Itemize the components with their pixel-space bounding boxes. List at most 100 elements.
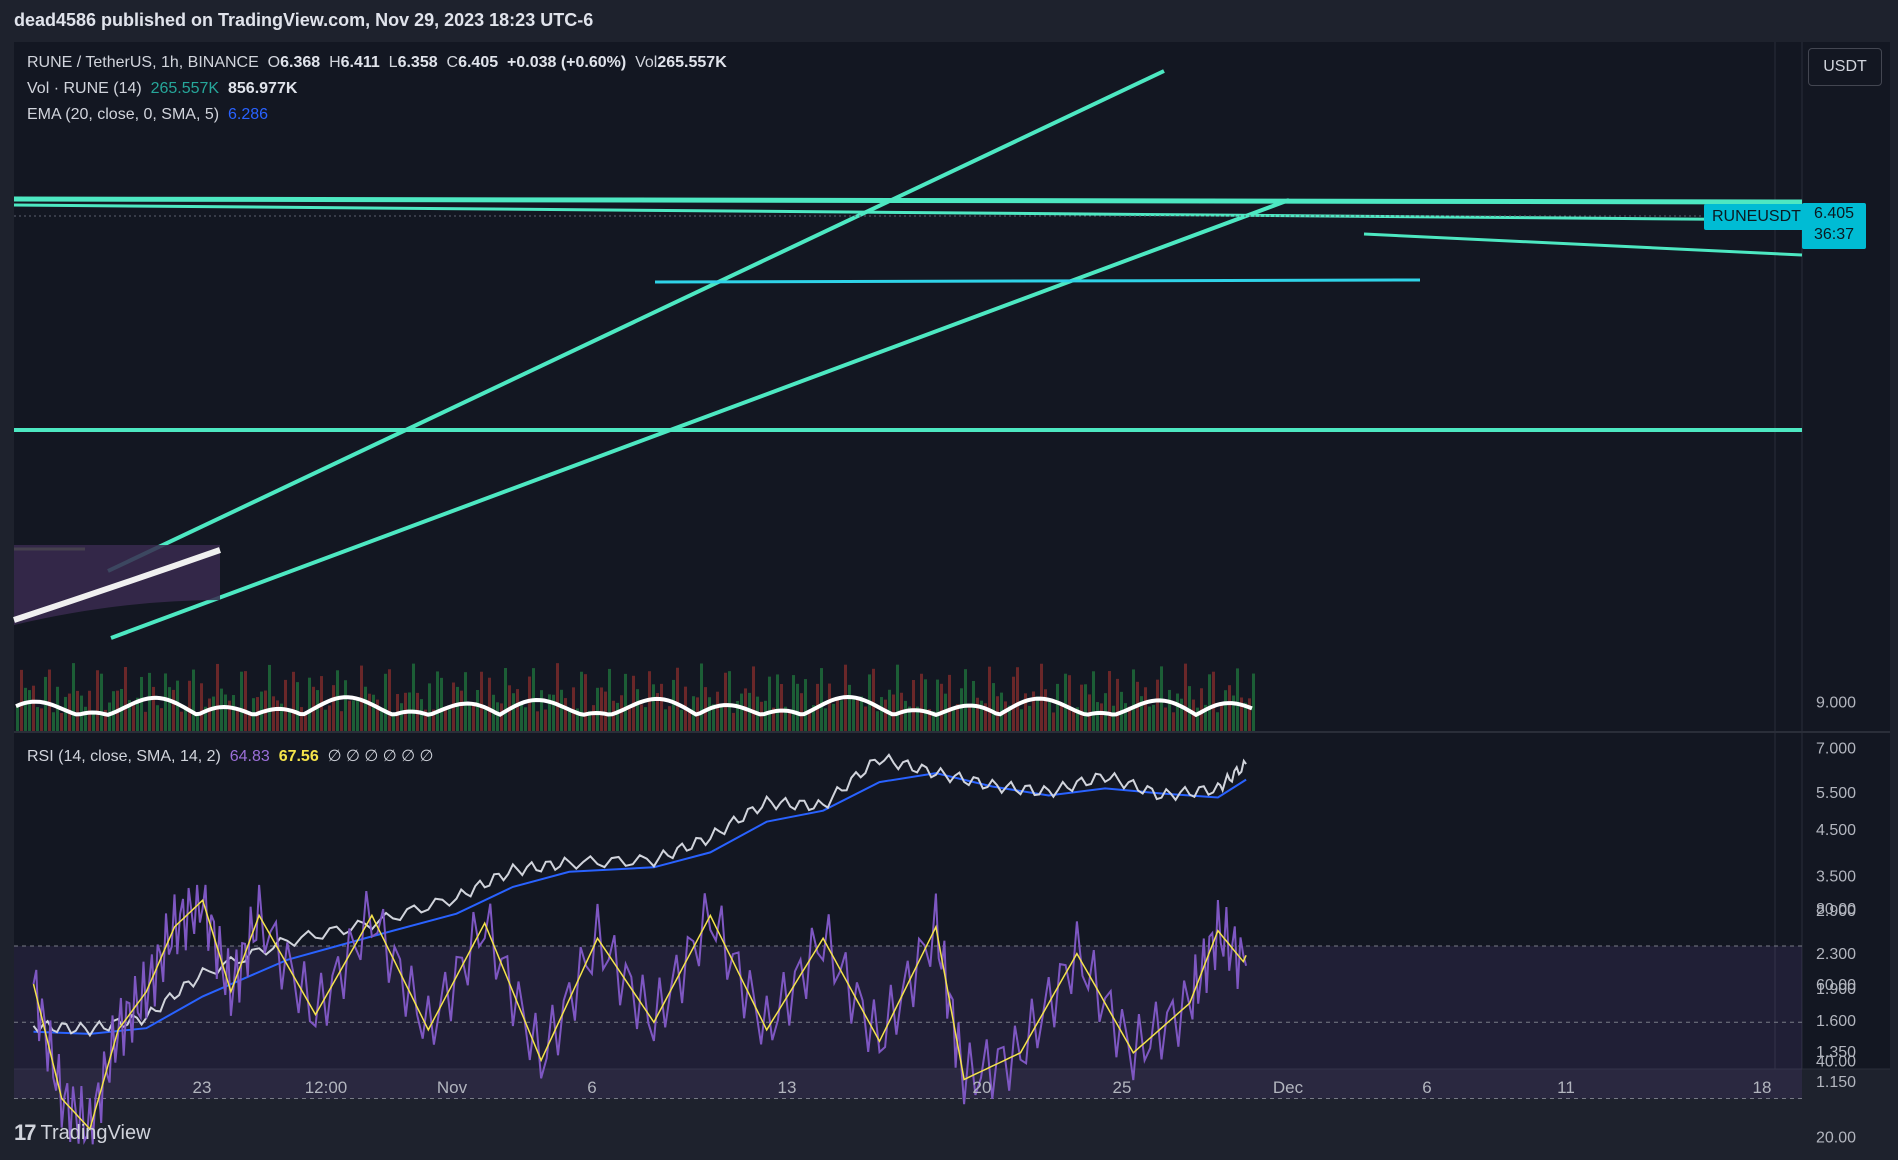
volume-bar bbox=[1044, 689, 1047, 731]
volume-legend[interactable]: Vol · RUNE (14) 265.557K 856.977K bbox=[27, 80, 297, 98]
volume-bar bbox=[460, 690, 463, 731]
volume-bar bbox=[600, 687, 603, 731]
volume-bar bbox=[1176, 693, 1179, 731]
volume-indicator-name[interactable]: Vol · RUNE (14) bbox=[27, 80, 142, 97]
volume-bar bbox=[724, 672, 727, 731]
volume-bar bbox=[652, 684, 655, 731]
currency-button[interactable]: USDT bbox=[1808, 48, 1882, 86]
volume-bar bbox=[1048, 700, 1051, 731]
ema-legend[interactable]: EMA (20, close, 0, SMA, 5) 6.286 bbox=[27, 106, 268, 124]
volume-bar bbox=[496, 702, 499, 731]
volume-bar bbox=[124, 667, 127, 731]
time-tick-label: 20 bbox=[973, 1078, 992, 1097]
low-value: 6.358 bbox=[397, 54, 438, 71]
volume-bar bbox=[476, 689, 479, 731]
volume-bar bbox=[596, 687, 599, 731]
volume-bar bbox=[936, 679, 939, 731]
volume-bar bbox=[376, 699, 379, 731]
volume-bar bbox=[100, 673, 103, 731]
rsi-indicator-name[interactable]: RSI (14, close, SMA, 14, 2) bbox=[27, 748, 221, 765]
volume-bar bbox=[1060, 705, 1063, 731]
volume-bar bbox=[644, 707, 647, 731]
volume-bar bbox=[208, 698, 211, 731]
volume-bar bbox=[156, 705, 159, 731]
high-value: 6.411 bbox=[340, 54, 380, 71]
volume-bar bbox=[804, 679, 807, 731]
volume-bar bbox=[1016, 667, 1019, 731]
chart-canvas[interactable]: 9.0007.0005.5004.5003.5002.9002.3001.900… bbox=[0, 0, 1898, 1160]
volume-bar bbox=[668, 706, 671, 731]
volume-bar bbox=[880, 697, 883, 731]
volume-bar bbox=[788, 710, 791, 731]
volume-indicator-value: 265.557K bbox=[150, 80, 220, 97]
volume-bar bbox=[536, 711, 539, 731]
volume-bar bbox=[132, 701, 135, 731]
rsi-tick-label: 20.00 bbox=[1816, 1130, 1856, 1147]
volume-bar bbox=[1168, 689, 1171, 731]
volume-bar bbox=[300, 707, 303, 731]
volume-bar bbox=[236, 709, 239, 731]
volume-bar bbox=[524, 707, 527, 731]
volume-bar bbox=[36, 707, 39, 731]
volume-bar bbox=[32, 685, 35, 731]
volume-bar bbox=[1224, 690, 1227, 731]
volume-bar bbox=[1144, 687, 1147, 731]
volume-bar bbox=[608, 668, 611, 731]
volume-bar bbox=[840, 700, 843, 731]
rsi-ma-value: 67.56 bbox=[278, 748, 319, 765]
time-tick-label: Nov bbox=[437, 1078, 468, 1097]
volume-bar bbox=[732, 712, 735, 731]
volume-bar bbox=[224, 694, 227, 731]
price-pane[interactable] bbox=[14, 42, 1802, 731]
volume-bar bbox=[20, 669, 23, 731]
volume-bar bbox=[512, 693, 515, 731]
rsi-tick-label: 40.00 bbox=[1816, 1053, 1856, 1070]
volume-bar bbox=[200, 683, 203, 731]
support-line[interactable] bbox=[654, 278, 1421, 284]
volume-bar bbox=[436, 671, 439, 731]
volume-bar bbox=[144, 711, 147, 731]
volume-bar bbox=[160, 708, 163, 731]
ohlc-legend[interactable]: RUNE / TetherUS, 1h, BINANCE O6.368 H6.4… bbox=[27, 54, 727, 72]
volume-bar bbox=[912, 679, 915, 731]
volume-bar bbox=[1100, 703, 1103, 731]
volume-bar bbox=[324, 709, 327, 731]
volume-bar bbox=[1132, 669, 1135, 731]
price-tick-label: 2.300 bbox=[1816, 946, 1856, 963]
volume-bar bbox=[1164, 707, 1167, 731]
volume-bar bbox=[836, 698, 839, 731]
volume-bar bbox=[568, 710, 571, 731]
volume-bar bbox=[1140, 696, 1143, 731]
volume-bar bbox=[276, 700, 279, 731]
symbol-name[interactable]: RUNE / TetherUS, 1h, BINANCE bbox=[27, 54, 259, 71]
volume-bar bbox=[1184, 663, 1187, 731]
volume-bar bbox=[308, 677, 311, 731]
volume-bar bbox=[188, 680, 191, 731]
volume-bar bbox=[284, 679, 287, 731]
close-label: C bbox=[446, 54, 459, 71]
high-label: H bbox=[329, 54, 341, 71]
volume-bar bbox=[340, 711, 343, 731]
volume-bar bbox=[808, 711, 811, 731]
resistance-line-upper[interactable] bbox=[13, 196, 1803, 205]
rsi-legend[interactable]: RSI (14, close, SMA, 14, 2) 64.83 67.56 … bbox=[27, 746, 433, 766]
volume-bar bbox=[28, 690, 31, 731]
volume-bar bbox=[1064, 673, 1067, 731]
volume-bar bbox=[148, 672, 151, 731]
volume-bar bbox=[948, 674, 951, 731]
volume-bar bbox=[168, 687, 171, 731]
volume-bar bbox=[740, 693, 743, 731]
volume-bar bbox=[960, 688, 963, 731]
tradingview-logo[interactable]: 17 TradingView bbox=[14, 1120, 151, 1146]
volume-bar bbox=[192, 669, 195, 731]
price-tick-label: 4.500 bbox=[1816, 822, 1856, 839]
volume-bar bbox=[468, 705, 471, 731]
ema-indicator-name[interactable]: EMA (20, close, 0, SMA, 5) bbox=[27, 106, 219, 123]
volume-bar bbox=[552, 694, 555, 731]
volume-bar bbox=[664, 709, 667, 731]
volume-bar bbox=[500, 703, 503, 731]
volume-bar bbox=[488, 677, 491, 731]
close-value: 6.405 bbox=[458, 54, 499, 71]
volume-bar bbox=[528, 676, 531, 731]
volume-bar bbox=[384, 673, 387, 731]
